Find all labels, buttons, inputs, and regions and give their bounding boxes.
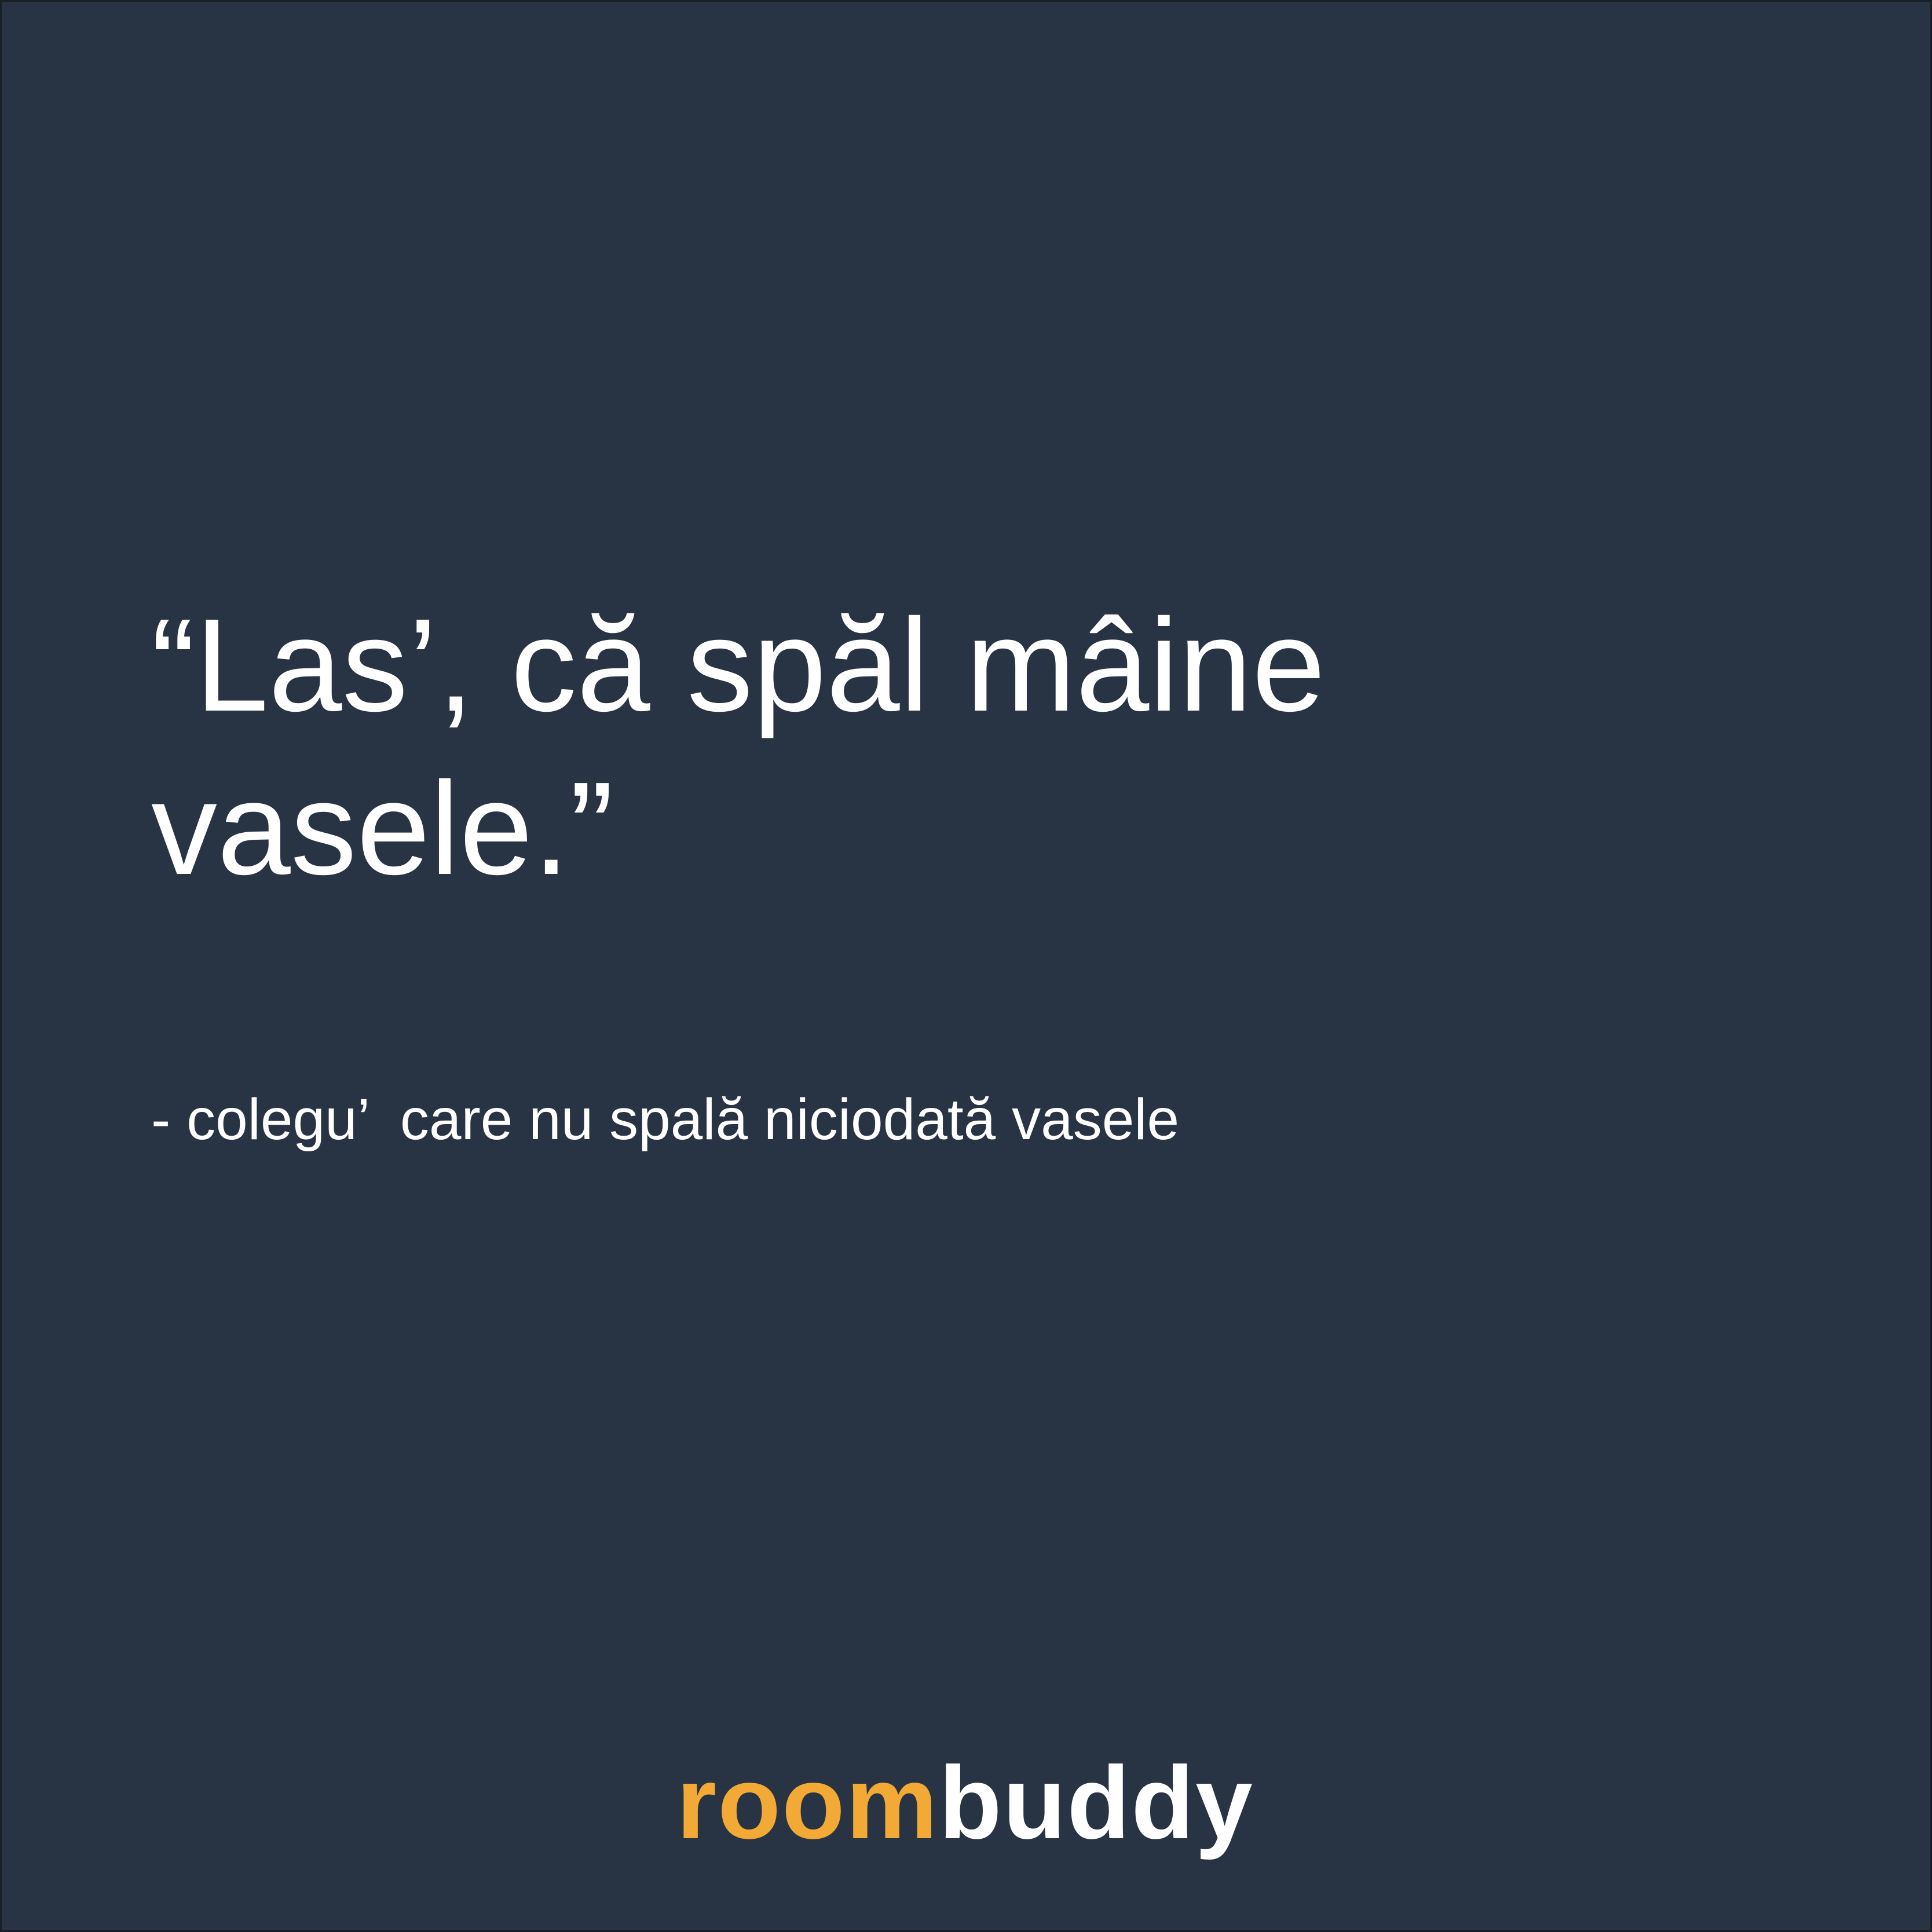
quote-card: “Las’, că spăl mâine vasele.” - colegu’ …	[0, 0, 1932, 1932]
roombuddy-logo: roombuddy	[676, 1745, 1254, 1861]
quote-line-1: “Las’, că spăl mâine	[151, 592, 1326, 739]
quote-line-2: vasele.”	[151, 755, 614, 902]
quote-text: “Las’, că spăl mâine vasele.”	[151, 584, 1715, 910]
logo-part-room: room	[676, 1745, 939, 1860]
quote-attribution: - colegu’ care nu spală niciodată vasele	[151, 1087, 1180, 1152]
logo-part-buddy: buddy	[939, 1745, 1254, 1860]
